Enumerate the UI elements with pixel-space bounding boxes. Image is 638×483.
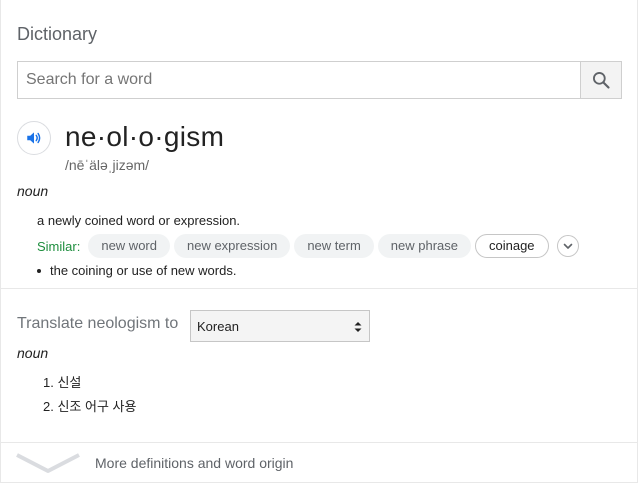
search-input[interactable] (18, 62, 580, 98)
more-definitions-label: More definitions and word origin (95, 455, 294, 471)
similar-label: Similar: (37, 238, 81, 254)
similar-words-row: Similar: new word new expression new ter… (37, 234, 579, 258)
similar-chip[interactable]: new expression (173, 234, 291, 258)
headword: ne·ol·o·gism (65, 121, 225, 152)
similar-chip[interactable]: new phrase (377, 234, 471, 258)
expand-similar-button[interactable] (556, 235, 579, 257)
translation-part-of-speech: noun (17, 345, 49, 361)
search-box (17, 61, 622, 99)
secondary-definition: the coining or use of new words. (37, 263, 236, 278)
card-title: Dictionary (17, 24, 98, 44)
similar-chip[interactable]: new word (88, 234, 170, 258)
search-icon (593, 72, 610, 89)
phonetic-spelling: /nēˈäləˌjizəm/ (65, 157, 150, 173)
speaker-icon (27, 132, 41, 144)
similar-chip[interactable]: coinage (475, 234, 549, 258)
translate-label: Translate neologism to (17, 315, 179, 332)
secondary-definition-text: the coining or use of new words. (50, 263, 237, 278)
definition-text: a newly coined word or expression. (37, 213, 241, 228)
dictionary-card: Dictionary ne·ol·o·gism /nēˈäləˌjizəm/ n… (0, 0, 638, 483)
language-select[interactable]: Korean (190, 310, 370, 342)
similar-chip[interactable]: new term (294, 234, 374, 258)
select-arrows-icon (354, 322, 362, 332)
bullet-icon (37, 268, 41, 273)
chevron-down-icon (563, 243, 572, 249)
search-button[interactable] (580, 62, 621, 98)
pronunciation-button[interactable] (17, 121, 51, 155)
part-of-speech: noun (17, 183, 49, 199)
chevron-down-icon (16, 453, 80, 473)
translation-item: 1. 신설 (43, 375, 82, 390)
language-select-value: Korean (197, 318, 239, 334)
section-divider (1, 288, 638, 289)
translation-item: 2. 신조 어구 사용 (43, 399, 137, 414)
more-definitions-link[interactable]: More definitions and word origin (1, 443, 638, 483)
